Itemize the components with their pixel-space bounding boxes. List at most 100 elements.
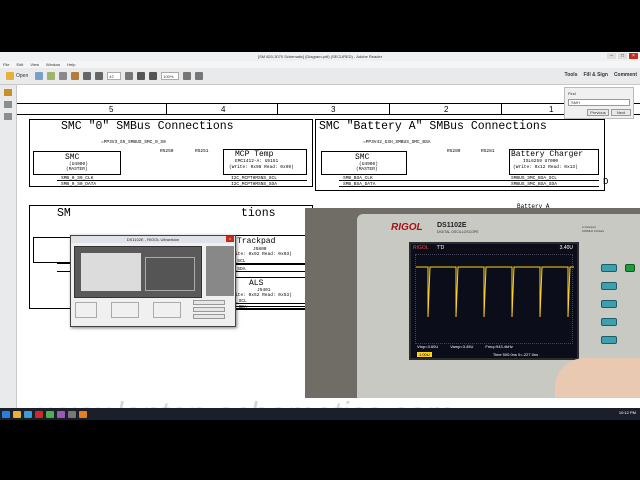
page-number-input[interactable]: 42: [107, 72, 122, 80]
menu-help[interactable]: Help: [67, 61, 75, 68]
trackpad-addr: (Write: 0x92 Read: 0x93): [227, 252, 292, 257]
smca-smc-role: (MASTER): [356, 167, 378, 172]
scope-spec-bottom: 100MHz 1GSa/s: [582, 229, 605, 233]
prev-page-icon[interactable]: [83, 72, 92, 80]
col-3: 3: [331, 105, 336, 114]
window-controls: – □ ×: [607, 53, 638, 59]
scope-screen-header: RIGOL T'D 3.40U: [411, 244, 577, 252]
mcp-temp-title: MCP Temp: [235, 150, 274, 159]
find-next-button[interactable]: Next: [611, 109, 631, 116]
screen-brand: RIGOL: [413, 245, 429, 251]
smc0-r5250: R5250: [160, 149, 174, 154]
dialog-button-1[interactable]: [193, 300, 225, 305]
option-group-2[interactable]: [111, 302, 139, 318]
minimize-button[interactable]: –: [607, 53, 616, 59]
waveform-trace: [416, 266, 574, 318]
find-input[interactable]: SMH: [568, 99, 630, 106]
app-icon-3[interactable]: [68, 410, 76, 418]
ch1-scale: 1.00U: [417, 352, 432, 357]
meas-vamp: Vamp=3.45U: [450, 344, 474, 349]
smc0-smc-label: SMC: [65, 153, 80, 162]
reader-icon[interactable]: [35, 410, 43, 418]
charger-net-sda: SMBUS_SMC_BSA_SDA: [511, 182, 557, 187]
pages-icon[interactable]: [4, 101, 12, 108]
window-title: [SM 820-3070 Schematic] (Diagram.pdf) (S…: [257, 54, 383, 59]
app-icon-1[interactable]: [46, 410, 54, 418]
comment-icon[interactable]: [195, 72, 204, 80]
ultravision-dialog[interactable]: DS1102E - RIGOL Ultravision ×: [70, 235, 236, 327]
scope-measurements: Vtop=3.60U Vamp=3.45U Freq=943.4kHz: [417, 344, 577, 350]
dialog-close-icon[interactable]: ×: [226, 236, 234, 242]
folder-icon: [6, 72, 14, 80]
menu-window[interactable]: Window: [46, 61, 60, 68]
scope-softkey-1: [601, 264, 617, 272]
scope-model-sub: DIGITAL OSCILLOSCOPE: [437, 230, 479, 234]
menu-bar: File Edit View Window Help: [0, 61, 640, 68]
window-titlebar: [SM 820-3070 Schematic] (Diagram.pdf) (S…: [0, 52, 640, 61]
scope-spec: 2 Channel 100MHz 1GSa/s: [582, 225, 604, 233]
lock-icon[interactable]: [4, 89, 12, 96]
open-label: Open: [16, 73, 29, 79]
tools-tab[interactable]: Tools: [565, 72, 578, 78]
screen-mode: T'D: [436, 245, 445, 251]
start-icon[interactable]: [2, 410, 10, 418]
fit-page-icon[interactable]: [183, 72, 192, 80]
open-button[interactable]: Open: [3, 71, 31, 82]
dialog-titlebar: DS1102E - RIGOL Ultravision ×: [71, 236, 235, 243]
smc-mid-title-right: tions: [241, 207, 276, 220]
hand: [555, 358, 640, 398]
close-button[interactable]: ×: [629, 53, 638, 59]
dialog-options: [75, 302, 181, 318]
dialog-button-2[interactable]: [193, 307, 225, 312]
trackpad-title: Trackpad: [237, 237, 276, 246]
scope-softkey-4: [601, 318, 617, 326]
menu-edit[interactable]: Edit: [16, 61, 23, 68]
als-addr: (Write: 0x52 Read: 0x53): [227, 293, 292, 298]
smc0-net-data: SMB_0_S0_DATA: [61, 182, 97, 187]
menu-file[interactable]: File: [3, 61, 9, 68]
create-pdf-icon[interactable]: [35, 72, 44, 80]
mcp-net-sda: I2C_MCPTHMSNS_SDA: [231, 182, 277, 187]
smc0-r5251: R5251: [195, 149, 209, 154]
scope-run-key: [625, 264, 635, 272]
dialog-button-3[interactable]: [193, 314, 225, 319]
preview-document: [81, 253, 141, 291]
smca-net-data: SMB_BSA_DATA: [343, 182, 376, 187]
scope-softkey-5: [601, 336, 617, 344]
toolbar-right: Tools Fill & Sign Comment: [565, 72, 637, 78]
mcp-net-scl: I2C_MCPTHMSNS_SCL: [231, 176, 277, 181]
toolbar: Open 42 100% Tools Fill & Sign Comment: [0, 68, 640, 85]
col-5: 5: [109, 105, 114, 114]
zoom-select[interactable]: 100%: [161, 72, 180, 80]
browser-icon[interactable]: [24, 410, 32, 418]
email-icon[interactable]: [71, 72, 80, 80]
zoom-out-icon[interactable]: [137, 72, 146, 80]
meas-vtop: Vtop=3.60U: [417, 344, 439, 349]
fill-sign-tab[interactable]: Fill & Sign: [583, 72, 607, 78]
navigation-pane: [0, 85, 17, 420]
next-page-icon[interactable]: [95, 72, 104, 80]
find-previous-button[interactable]: Previous: [587, 109, 609, 116]
app-icon-2[interactable]: [57, 410, 65, 418]
print-icon[interactable]: [59, 72, 68, 80]
comment-tab[interactable]: Comment: [614, 72, 637, 78]
dialog-option-groups: [75, 302, 181, 318]
als-title: ALS: [249, 279, 264, 288]
menu-view[interactable]: View: [30, 61, 39, 68]
time-base: Time 500.0ns: [492, 352, 517, 357]
smc0-smc-role: (MASTER): [66, 167, 88, 172]
column-header: 5 4 3 2 1: [17, 103, 640, 115]
app-icon-4[interactable]: [79, 410, 87, 418]
option-group-1[interactable]: [75, 302, 97, 318]
save-icon[interactable]: [47, 72, 56, 80]
scope-screen: RIGOL T'D 3.40U Vtop=3.60U Vamp=3.45U Fr…: [409, 242, 579, 360]
hand-tool-icon[interactable]: [125, 72, 134, 80]
mcp-temp-sub: EMC1412-A: U5151: [235, 159, 279, 164]
zoom-in-icon[interactable]: [149, 72, 158, 80]
explorer-icon[interactable]: [13, 410, 21, 418]
scope-footer: 1.00U Time 500.0ns 0=-227.0ns: [417, 352, 577, 358]
attachments-icon[interactable]: [4, 113, 12, 120]
option-group-3[interactable]: [153, 302, 181, 318]
maximize-button[interactable]: □: [618, 53, 627, 59]
preview-scope: [145, 257, 195, 291]
